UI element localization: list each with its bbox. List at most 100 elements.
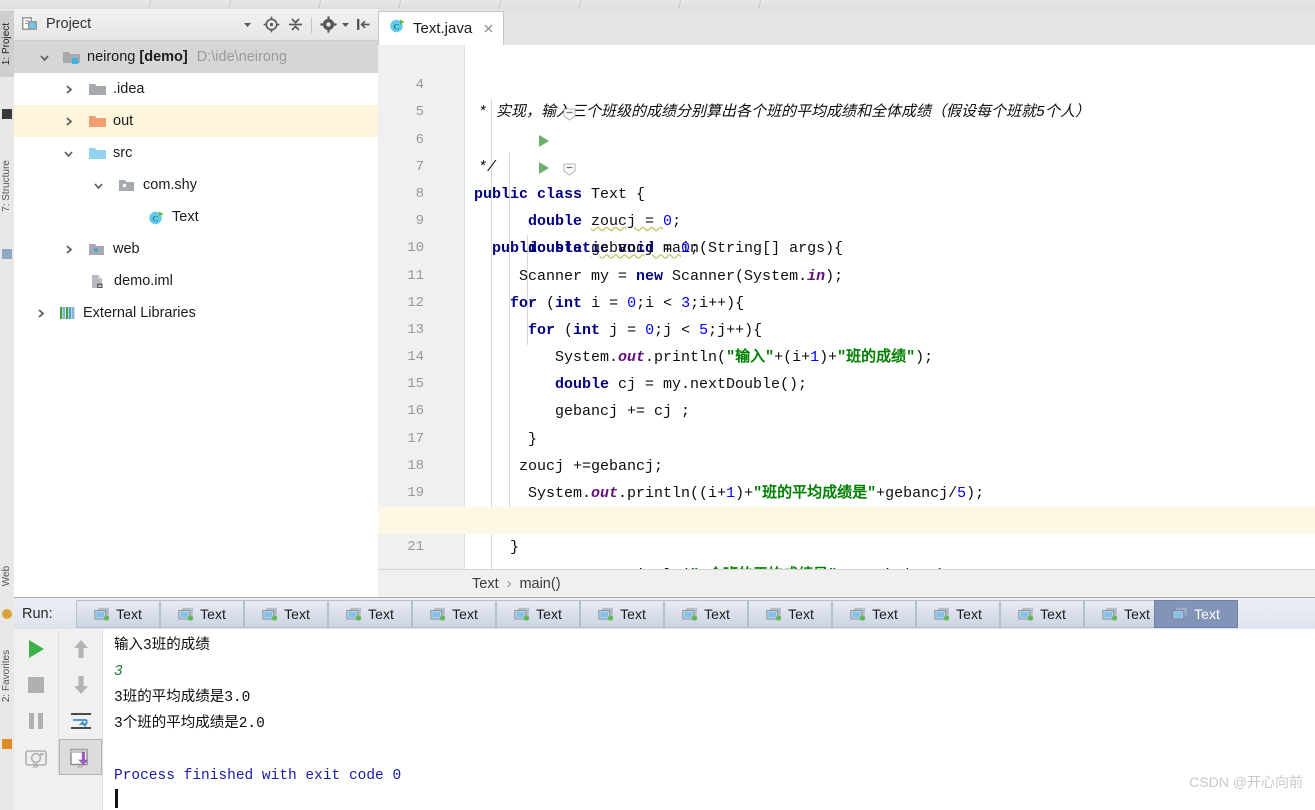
run-config-icon [766,607,783,621]
run-marker-icon[interactable] [428,104,550,147]
tree-item-web[interactable]: web [14,233,378,265]
console-line-0: 输入3班的成绩 [114,638,210,654]
tree-item-out[interactable]: out [14,105,378,137]
pause-icon[interactable] [14,703,57,739]
run-tab-label: Text [872,606,898,622]
project-panel-title: Project [46,16,92,32]
chevron-down-icon[interactable] [92,179,105,192]
run-tab-label: Text [956,606,982,622]
run-tab-0[interactable]: Text [76,600,160,628]
svg-text:C: C [153,214,159,223]
rail-button-web[interactable]: Web [0,543,14,609]
breadcrumb-item-class[interactable]: Text [472,576,499,592]
code-line-8: 8 double zoucj = 0; [378,154,1315,230]
run-tab-10[interactable]: Text [916,600,1000,628]
run-tab-1[interactable]: Text [160,600,244,628]
run-tab-label: Text [788,606,814,622]
chevron-right-icon[interactable] [62,243,75,256]
code-line-6: 6 public class Text { [378,99,1315,203]
run-tab-4[interactable]: Text [412,600,496,628]
run-tab-2[interactable]: Text [244,600,328,628]
run-tab-label: Text [536,606,562,622]
run-config-icon [1018,607,1035,621]
run-tab-9[interactable]: Text [832,600,916,628]
tree-item-src[interactable]: src [14,137,378,169]
console-line-5: Process finished with exit code 0 [114,768,402,784]
web-rail-icon [2,249,12,259]
run-tab-label: Text [116,606,142,622]
tree-item-demo-iml[interactable]: demo.iml [14,265,378,297]
code-line-22: 22 [378,534,1315,569]
tree-item-label: out [113,113,134,129]
run-tab-6[interactable]: Text [580,600,664,628]
console-toolbar-more-left[interactable]: » [14,757,57,773]
run-tab-5[interactable]: Text [496,600,580,628]
console-toolbar: » » [14,629,103,810]
gear-dropdown-icon[interactable] [341,14,350,35]
rail-button-project[interactable]: 1: Project [0,11,14,77]
tool-window-rail: 1: Project 7: Structure Web 2: Favorites [0,9,15,810]
breadcrumb[interactable]: Text › main() [378,569,1315,597]
code-line-18: 18 System.out.println((i+1)+"班的平均成绩是"+ge… [378,426,1315,502]
hide-panel-icon[interactable] [352,14,374,35]
up-arrow-icon[interactable] [59,631,102,667]
watermark: CSDN @开心向前 [1189,774,1303,790]
chevron-down-icon[interactable] [62,147,75,160]
run-config-icon [430,607,447,621]
fold-marker-icon[interactable] [454,78,576,122]
chevron-down-icon[interactable] [236,14,258,35]
run-tab-label: Text [1194,606,1220,622]
run-tab-7[interactable]: Text [664,600,748,628]
chevron-right-icon[interactable] [62,115,75,128]
console-output[interactable]: 输入3班的成绩 3 3班的平均成绩是3.0 3个班的平均成绩是2.0 Proce… [114,633,1315,810]
console-toolbar-more-right[interactable]: » [59,757,102,773]
collapse-all-icon[interactable] [284,14,306,35]
soft-wrap-icon[interactable] [59,703,102,739]
console-line-3: 3个班的平均成绩是2.0 [114,716,265,732]
chevron-right-icon[interactable] [34,307,47,320]
chevron-down-icon[interactable] [38,51,51,64]
settings-gear-icon[interactable] [317,14,339,35]
fold-marker-icon[interactable] [454,133,576,176]
editor-area: C Text.java 4 * 实现，输入三个班级的成绩分别算出各个班的平均成绩… [378,9,1315,597]
code-lines: 4 * 实现，输入三个班级的成绩分别算出各个班的平均成绩和全体成绩（假设每个班就… [378,45,1315,569]
iml-file-icon [90,274,107,289]
tree-item-text-class[interactable]: C Text [14,201,378,233]
breadcrumb-separator: › [506,575,512,592]
down-arrow-icon[interactable] [59,667,102,703]
stop-icon[interactable] [14,667,57,703]
svg-text:C: C [394,22,400,31]
tree-item-external-libraries[interactable]: External Libraries [14,297,378,329]
tree-item-label: web [113,241,140,257]
run-config-icon [682,607,699,621]
rerun-icon[interactable] [14,631,57,667]
toolbar-divider [311,16,312,33]
breadcrumb-item-method[interactable]: main() [519,576,560,592]
project-tree[interactable]: neirong [demo] D:\ide\neirong .idea out … [14,41,378,597]
run-tab-8[interactable]: Text [748,600,832,628]
chevron-right-icon[interactable] [62,83,75,96]
tree-item-idea[interactable]: .idea [14,73,378,105]
run-tab-11[interactable]: Text [1000,600,1084,628]
code-line-10: 10 Scanner my = new Scanner(System.in); [378,208,1315,284]
ide-window: 1: Project 7: Structure Web 2: Favorites… [0,0,1315,810]
run-tab-3[interactable]: Text [328,600,412,628]
rail-button-structure[interactable]: 7: Structure [0,153,14,219]
code-line-16: 16 } [378,371,1315,447]
run-config-icon [1102,607,1119,621]
locate-icon[interactable] [260,14,282,35]
run-tab-13[interactable]: Text [1154,600,1238,628]
tree-item-label: src [113,145,133,161]
tree-item-neirong[interactable]: neirong [demo] D:\ide\neirong [14,41,378,73]
run-tab-label: Text [1040,606,1066,622]
run-tab-bar: Run: Text Text Text Text Text Text Text … [14,597,1315,631]
libraries-icon [59,306,76,321]
code-editor[interactable]: 4 * 实现，输入三个班级的成绩分别算出各个班的平均成绩和全体成绩（假设每个班就… [378,45,1315,569]
run-config-icon [598,607,615,621]
close-icon[interactable] [482,22,495,35]
rail-button-favorites[interactable]: 2: Favorites [0,643,14,709]
editor-tab-text-java[interactable]: C Text.java [378,11,505,45]
tree-item-com-shy[interactable]: com.shy [14,169,378,201]
run-marker-icon[interactable] [428,132,550,174]
tree-item-path: D:\ide\neirong [196,49,288,65]
